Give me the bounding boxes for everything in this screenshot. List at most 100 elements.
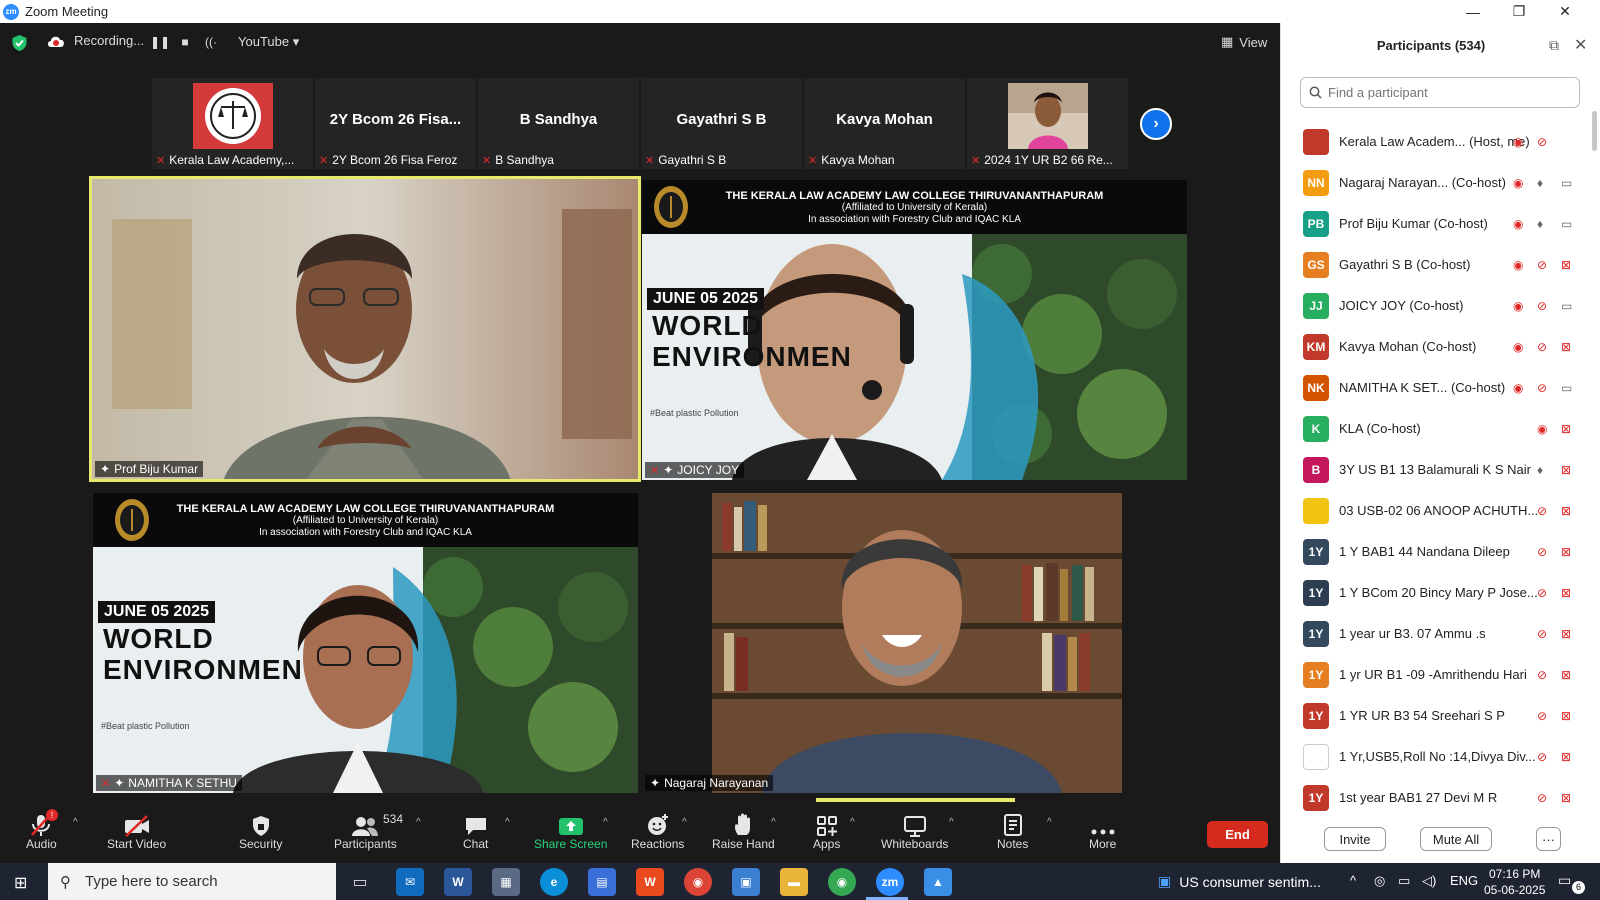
notes-button[interactable]: Notes <box>997 810 1028 851</box>
video-tile[interactable]: THE KERALA LAW ACADEMY LAW COLLEGE THIRU… <box>642 180 1187 480</box>
notes-options-caret[interactable]: ^ <box>1047 817 1052 828</box>
task-view-icon[interactable]: ▭ <box>346 868 374 896</box>
participant-row[interactable]: 03 USB-02 06 ANOOP ACHUTH... ⊘ ⊠ <box>1281 490 1600 531</box>
restore-button[interactable]: ❐ <box>1496 0 1542 23</box>
stream-destination[interactable]: YouTube ▾ <box>238 34 299 50</box>
video-tile-active-speaker[interactable]: ✦ Prof Biju Kumar <box>89 176 641 482</box>
system-clock[interactable]: 07:16 PM 05-06-2025 <box>1484 866 1545 898</box>
mute-all-button[interactable]: Mute All <box>1420 827 1492 851</box>
microphone-icon[interactable]: ♦ <box>1537 463 1543 477</box>
camera-off-icon[interactable]: ⊠ <box>1561 504 1571 518</box>
participant-row[interactable]: 1Y 1 year ur B3. 07 Ammu .s ⊘ ⊠ <box>1281 613 1600 654</box>
notifications-icon[interactable]: ▭ <box>1558 872 1571 889</box>
mic-muted-icon[interactable]: ⊘ <box>1537 381 1547 395</box>
more-options-button[interactable]: ··· <box>1536 827 1561 851</box>
participant-row[interactable]: NK NAMITHA K SET... (Co-host) ◉ ⊘ ▭ <box>1281 367 1600 408</box>
stop-recording-icon[interactable]: ■ <box>177 34 193 50</box>
camera-off-icon[interactable]: ⊠ <box>1561 709 1571 723</box>
minimize-button[interactable]: — <box>1450 0 1496 23</box>
camera-icon[interactable]: ▭ <box>1561 381 1572 395</box>
mic-muted-icon[interactable]: ⊘ <box>1537 545 1547 559</box>
thumbnail-tile[interactable]: Kavya Mohan ✕ Kavya Mohan <box>804 78 965 169</box>
mic-muted-icon[interactable]: ⊘ <box>1537 750 1547 764</box>
news-widget[interactable]: ▣ US consumer sentim... <box>1158 873 1321 890</box>
microphone-icon[interactable]: ♦ <box>1537 217 1543 231</box>
mic-muted-icon[interactable]: ⊘ <box>1537 668 1547 682</box>
participant-search[interactable] <box>1300 77 1580 108</box>
participant-row[interactable]: B 3Y US B1 13 Balamurali K S Nair ♦ ⊠ <box>1281 449 1600 490</box>
mic-muted-icon[interactable]: ⊘ <box>1537 135 1547 149</box>
reactions-button[interactable]: Reactions <box>631 810 684 851</box>
camera-off-icon[interactable]: ⊠ <box>1561 258 1571 272</box>
apps-button[interactable]: Apps <box>813 810 840 851</box>
participant-row[interactable]: NN Nagaraj Narayan... (Co-host) ◉ ♦ ▭ <box>1281 162 1600 203</box>
chrome-profile-icon[interactable]: ◉ <box>828 868 856 896</box>
photos-app-icon[interactable]: ▲ <box>924 868 952 896</box>
participant-row[interactable]: 1 Yr,USB5,Roll No :14,Divya Div... ⊘ ⊠ <box>1281 736 1600 777</box>
thumbnail-tile[interactable]: ✕ 2024 1Y UR B2 66 Re... <box>967 78 1128 169</box>
whiteboards-button[interactable]: Whiteboards <box>881 810 948 851</box>
thumbnail-tile[interactable]: 2Y Bcom 26 Fisa... ✕ 2Y Bcom 26 Fisa Fero… <box>315 78 476 169</box>
participant-row[interactable]: 1Y 1 yr UR B1 -09 -Amrithendu Hari ⊘ ⊠ <box>1281 654 1600 695</box>
camera-off-icon[interactable]: ⊠ <box>1561 422 1571 436</box>
end-meeting-button[interactable]: End <box>1207 821 1268 848</box>
participants-options-caret[interactable]: ^ <box>416 817 421 828</box>
encryption-shield-icon[interactable] <box>11 34 28 52</box>
apps-options-caret[interactable]: ^ <box>850 817 855 828</box>
raise-hand-button[interactable]: Raise Hand <box>712 810 775 851</box>
recording-indicator[interactable]: Recording... <box>46 33 144 48</box>
participant-row[interactable]: 1Y 1 YR UR B3 54 Sreehari S P ⊘ ⊠ <box>1281 695 1600 736</box>
microphone-icon[interactable]: ♦ <box>1537 176 1543 190</box>
start-video-button[interactable]: Start Video <box>107 810 166 851</box>
popout-icon[interactable]: ⧉ <box>1549 37 1559 54</box>
camera-tray-icon[interactable]: ◎ <box>1374 873 1385 889</box>
camera-off-icon[interactable]: ⊠ <box>1561 545 1571 559</box>
share-options-caret[interactable]: ^ <box>603 817 608 828</box>
participant-row[interactable]: KM Kavya Mohan (Co-host) ◉ ⊘ ⊠ <box>1281 326 1600 367</box>
video-tile[interactable]: ✦ Nagaraj Narayanan <box>642 493 1187 793</box>
camera-off-icon[interactable]: ⊠ <box>1561 586 1571 600</box>
mic-muted-icon[interactable]: ⊘ <box>1537 299 1547 313</box>
participant-row[interactable]: K KLA (Co-host) ◉ ⊠ <box>1281 408 1600 449</box>
security-button[interactable]: Security <box>239 810 282 851</box>
chat-button[interactable]: Chat <box>463 810 488 851</box>
wps-app-icon[interactable]: W <box>636 868 664 896</box>
mic-muted-icon[interactable]: ⊘ <box>1537 340 1547 354</box>
tray-overflow-caret[interactable]: ^ <box>1350 873 1356 888</box>
zoom-app-icon[interactable]: zm <box>876 868 904 896</box>
camera-icon[interactable]: ▭ <box>1561 176 1572 190</box>
participant-row[interactable]: JJ JOICY JOY (Co-host) ◉ ⊘ ▭ <box>1281 285 1600 326</box>
share-screen-button[interactable]: Share Screen <box>534 810 607 851</box>
video-tile[interactable]: THE KERALA LAW ACADEMY LAW COLLEGE THIRU… <box>93 493 638 793</box>
taskbar-search[interactable]: ⚲ Type here to search <box>48 863 336 900</box>
more-button[interactable]: More <box>1089 810 1116 851</box>
participant-row[interactable]: 1Y 1st year BAB1 27 Devi M R ⊘ ⊠ <box>1281 777 1600 818</box>
whiteboards-options-caret[interactable]: ^ <box>949 817 954 828</box>
mail-app-icon[interactable]: ✉ <box>396 868 424 896</box>
mic-muted-icon[interactable]: ⊘ <box>1537 627 1547 641</box>
calculator-app-icon[interactable]: ▦ <box>492 868 520 896</box>
camera-off-icon[interactable]: ⊠ <box>1561 627 1571 641</box>
network-tray-icon[interactable]: ▭ <box>1398 873 1410 889</box>
participant-row[interactable]: 1Y 1 Y BAB1 44 Nandana Dileep ⊘ ⊠ <box>1281 531 1600 572</box>
pause-recording-icon[interactable]: ❚❚ <box>150 34 170 50</box>
chat-options-caret[interactable]: ^ <box>505 817 510 828</box>
mic-muted-icon[interactable]: ⊘ <box>1537 709 1547 723</box>
chrome-browser-icon[interactable]: ◉ <box>684 868 712 896</box>
mic-muted-icon[interactable]: ⊘ <box>1537 586 1547 600</box>
live-stream-icon[interactable]: ((· <box>203 34 219 50</box>
view-button[interactable]: ▦ View <box>1221 34 1267 50</box>
invite-button[interactable]: Invite <box>1324 827 1386 851</box>
language-indicator[interactable]: ENG <box>1450 873 1478 888</box>
close-window-button[interactable]: ✕ <box>1542 0 1588 23</box>
word-app-icon[interactable]: W <box>444 868 472 896</box>
mic-muted-icon[interactable]: ⊘ <box>1537 258 1547 272</box>
file-explorer-icon[interactable]: ▬ <box>780 868 808 896</box>
thumbnail-tile[interactable]: B Sandhya ✕ B Sandhya <box>478 78 639 169</box>
camera-icon[interactable]: ▭ <box>1561 217 1572 231</box>
next-page-button[interactable]: › <box>1140 108 1172 140</box>
participant-row[interactable]: PB Prof Biju Kumar (Co-host) ◉ ♦ ▭ <box>1281 203 1600 244</box>
camera-off-icon[interactable]: ⊠ <box>1561 668 1571 682</box>
participant-row[interactable]: GS Gayathri S B (Co-host) ◉ ⊘ ⊠ <box>1281 244 1600 285</box>
reactions-options-caret[interactable]: ^ <box>682 817 687 828</box>
